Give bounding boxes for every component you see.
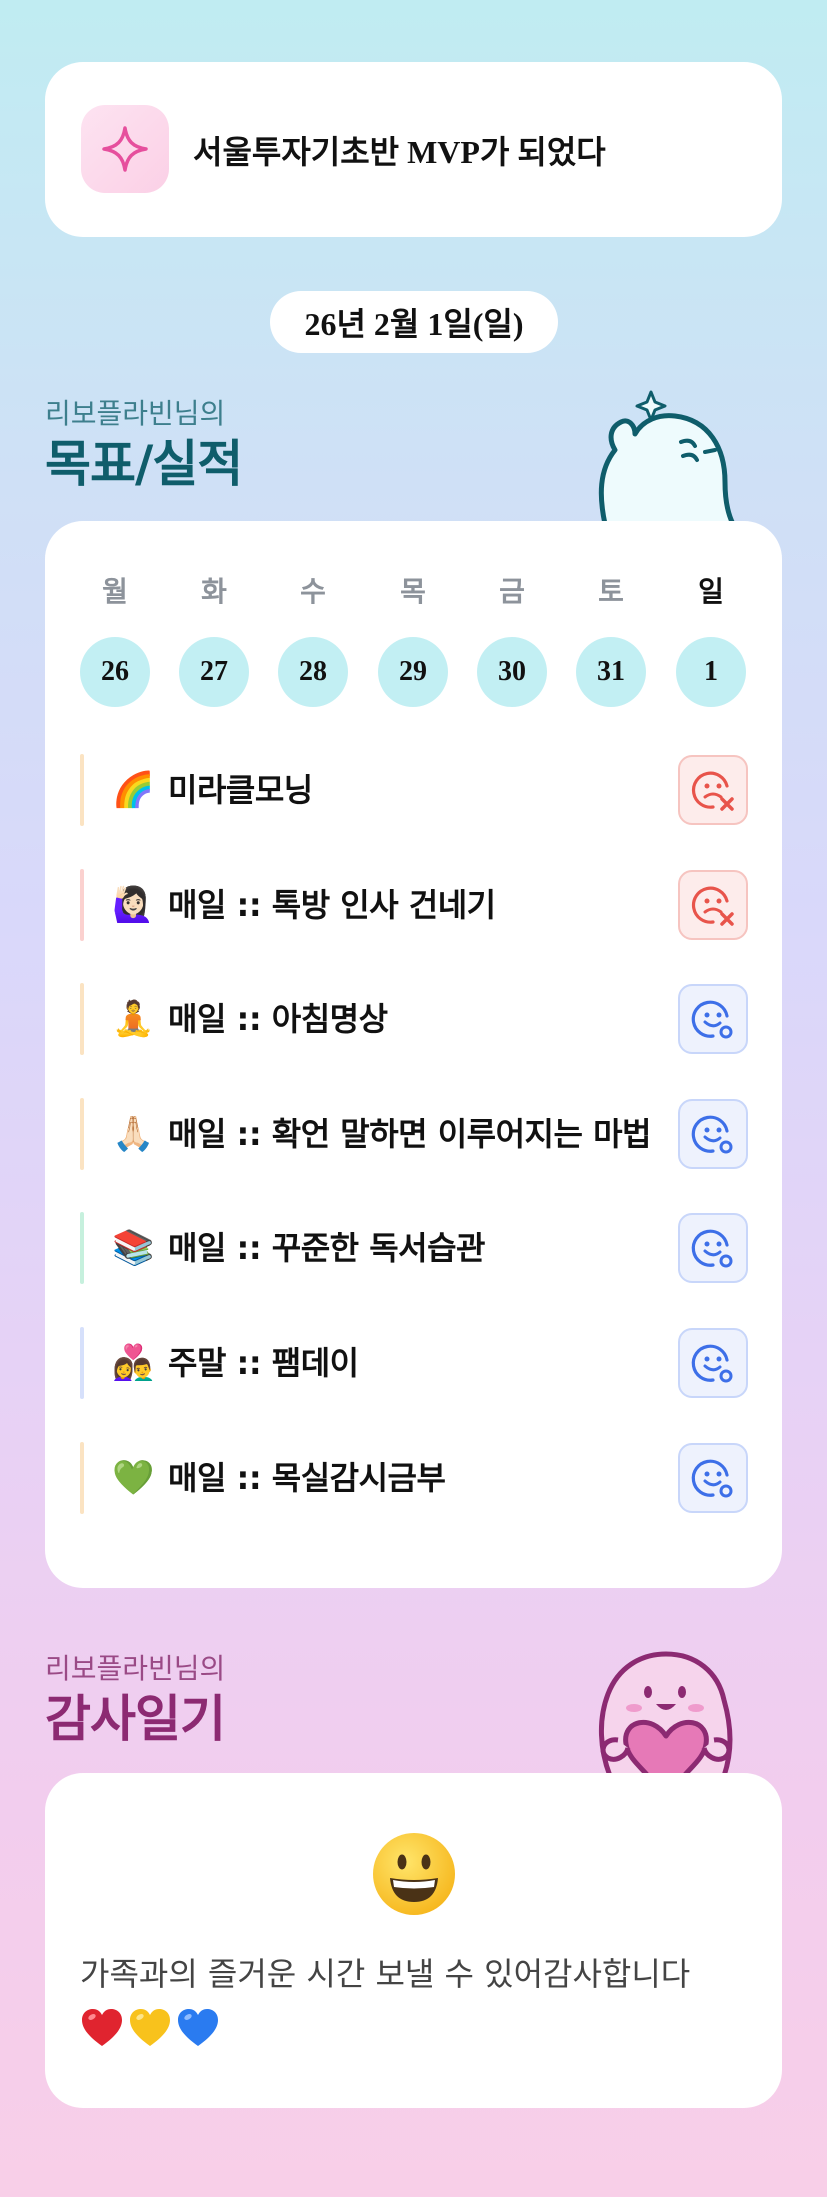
status-failed-button[interactable] [678,755,748,825]
smile-face-check-icon [691,1459,733,1498]
raising-hand-icon: 🙋🏻‍♀️ [112,885,155,925]
day-label-wed: 수 [300,575,326,608]
status-done-button[interactable] [678,1328,748,1398]
sad-face-x-icon [691,886,734,926]
green-heart-icon: 💚 [112,1458,155,1498]
goal-row[interactable]: 🌈 미라클모닝 [80,754,748,826]
day-label-fri: 금 [499,575,525,608]
blue-heart-icon [178,2009,218,2046]
status-failed-button[interactable] [678,870,748,940]
gratitude-text: 가족과의 즐거운 시간 보낼 수 있어감사합니다 [80,1955,691,1993]
day-29[interactable]: 29 [378,637,448,707]
goal-text: 미라클모닝 [168,771,313,809]
day-label-tue: 화 [201,575,227,608]
day-label-sun: 일 [698,575,724,608]
goal-accent-bar [80,1442,84,1514]
hearts-row [80,2006,220,2050]
thanks-title: 감사일기 [45,1690,226,1748]
goals-title: 목표/실적 [45,435,243,493]
goal-row[interactable]: 🧘 매일 :: 아침명상 [80,983,748,1055]
goal-row[interactable]: 🙏🏻 매일 :: 확언 말하면 이루어지는 마법 [80,1098,748,1170]
goal-text: 매일 :: 확언 말하면 이루어지는 마법 [168,1115,651,1153]
goal-text: 매일 :: 목실감시금부 [168,1459,446,1497]
heart-mascot-icon [599,1651,733,1776]
day-27[interactable]: 27 [179,637,249,707]
status-done-button[interactable] [678,1213,748,1283]
gratitude-card: 가족과의 즐거운 시간 보낼 수 있어감사합니다 [45,1773,782,2108]
smile-face-check-icon [691,1115,733,1154]
grinning-face-icon [370,1830,458,1918]
books-icon: 📚 [112,1228,155,1268]
status-done-button[interactable] [678,1443,748,1513]
day-label-sat: 토 [598,575,624,608]
smile-face-check-icon [691,1000,733,1039]
goal-text: 매일 :: 꾸준한 독서습관 [168,1229,485,1267]
smile-face-check-icon [691,1229,733,1268]
achievement-banner[interactable]: 서울투자기초반 MVP가 되었다 [45,62,782,237]
goal-accent-bar [80,983,84,1055]
day-1[interactable]: 1 [676,637,746,707]
goal-accent-bar [80,1212,84,1284]
status-done-button[interactable] [678,984,748,1054]
rainbow-icon: 🌈 [112,770,155,810]
day-label-thu: 목 [400,575,426,608]
day-label-mon: 월 [102,575,128,608]
couple-heart-icon: 👩‍❤️‍👨 [112,1343,155,1383]
day-26[interactable]: 26 [80,637,150,707]
smile-face-check-icon [691,1344,733,1383]
yellow-heart-icon [130,2009,170,2046]
date-selector[interactable]: 26년 2월 1일(일) [270,291,558,353]
goal-accent-bar [80,869,84,941]
red-heart-icon [82,2009,122,2046]
goal-text: 주말 :: 팸데이 [168,1344,359,1382]
folded-hands-icon: 🙏🏻 [112,1114,155,1154]
sad-face-x-icon [691,771,734,811]
banner-text: 서울투자기초반 MVP가 되었다 [193,133,606,170]
goal-accent-bar [80,1327,84,1399]
goal-accent-bar [80,754,84,826]
status-done-button[interactable] [678,1099,748,1169]
goal-row[interactable]: 👩‍❤️‍👨 주말 :: 팸데이 [80,1327,748,1399]
goal-row[interactable]: 🙋🏻‍♀️ 매일 :: 톡방 인사 건네기 [80,869,748,941]
sparkle-icon [81,105,169,193]
ghost-mascot-icon [598,390,736,524]
goal-row[interactable]: 💚 매일 :: 목실감시금부 [80,1442,748,1514]
goal-accent-bar [80,1098,84,1170]
goal-text: 매일 :: 아침명상 [168,1000,388,1038]
goal-row[interactable]: 📚 매일 :: 꾸준한 독서습관 [80,1212,748,1284]
goal-text: 매일 :: 톡방 인사 건네기 [168,886,496,924]
day-30[interactable]: 30 [477,637,547,707]
day-31[interactable]: 31 [576,637,646,707]
meditation-icon: 🧘 [112,999,155,1039]
day-28[interactable]: 28 [278,637,348,707]
